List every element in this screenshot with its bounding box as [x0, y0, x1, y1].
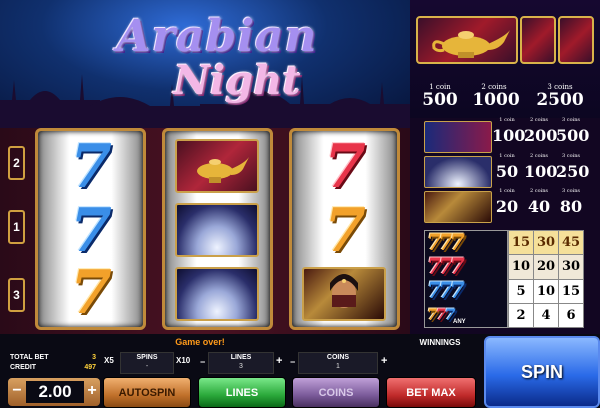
sevens-payout-table: 15 30 45 10 20 30 5 10 15 246 — [508, 229, 584, 329]
status-message: Game over! — [175, 337, 225, 347]
seven-blue-symbol: 7 — [70, 132, 112, 202]
lamp-symbol-big — [416, 16, 518, 64]
coins-value: 1 — [336, 363, 340, 370]
pay-label: 2 coins — [530, 153, 548, 159]
spins-value: - — [145, 363, 149, 370]
lines-minus[interactable]: − — [200, 357, 205, 367]
slot-game: Arabian Night 1 coin 2 coins 3 coins 500… — [0, 0, 600, 408]
multiplier-x10: X10 — [176, 356, 191, 365]
pay-label: 1 coin — [499, 188, 515, 194]
pay-value: 500 — [556, 126, 590, 145]
pay-label: 3 coins — [562, 153, 580, 159]
pay-value: 200 — [524, 126, 558, 145]
autospin-button[interactable]: AUTOSPIN — [103, 377, 191, 408]
multiplier-x5: X5 — [104, 356, 114, 365]
stake-control: − 2.00 + — [8, 378, 100, 406]
sevens-combo-grid: 777 777 777 7 7 7 ANY — [424, 230, 508, 328]
arch-symbol — [424, 156, 492, 188]
princess-icon — [330, 274, 358, 308]
logo-line-2: Night — [173, 57, 301, 104]
pay-value: 100 — [492, 126, 526, 145]
lines-button[interactable]: LINES — [198, 377, 286, 408]
credit-value: 497 — [84, 364, 96, 371]
reel-1: 7 7 7 — [35, 128, 146, 330]
lines-plus[interactable]: + — [276, 355, 282, 367]
spins-selector[interactable]: SPINS - — [120, 352, 174, 374]
total-bet-label: TOTAL BET — [10, 354, 49, 361]
payout-value-3: 2500 — [536, 90, 584, 110]
line-marker-1[interactable]: 1 — [8, 210, 25, 244]
line-marker-2[interactable]: 2 — [8, 146, 25, 180]
credit-label: CREDIT — [10, 364, 37, 371]
coins-label: COINS — [326, 354, 350, 361]
princess-symbol — [302, 267, 386, 321]
red-sevens: 777 — [427, 254, 465, 280]
total-bet-value: 3 — [92, 354, 96, 361]
any-label: ANY — [453, 319, 466, 325]
pay-label: 2 coins — [530, 188, 548, 194]
any-sevens: 7 7 7 — [427, 305, 456, 324]
winnings-label: WINNINGS — [419, 338, 461, 347]
reel-3: 7 7 — [289, 128, 400, 330]
pay-value: 100 — [524, 162, 558, 181]
coins-minus[interactable]: − — [290, 357, 295, 367]
arch-symbol — [175, 203, 259, 257]
pay-label: 3 coins — [562, 188, 580, 194]
spin-button[interactable]: SPIN — [484, 336, 600, 408]
logo-line-1: Arabian — [116, 11, 318, 62]
coins-selector[interactable]: COINS 1 — [298, 352, 378, 374]
lines-value: 3 — [239, 363, 243, 370]
seven-gold-symbol: 7 — [70, 258, 112, 328]
princess-symbol — [424, 191, 492, 223]
pay-label: 2 coins — [530, 117, 548, 123]
gold-sevens: 777 — [427, 230, 465, 256]
spins-label: SPINS — [136, 354, 158, 361]
pay-value: 40 — [527, 197, 551, 216]
stake-plus-button[interactable]: + — [84, 382, 100, 400]
coins-button[interactable]: COINS — [292, 377, 380, 408]
coins-plus[interactable]: + — [381, 355, 387, 367]
stake-minus-button[interactable]: − — [9, 382, 25, 400]
lines-label: LINES — [230, 354, 252, 361]
magic-lamp-symbol — [175, 139, 259, 193]
pay-label: 3 coins — [562, 117, 580, 123]
lamp-symbol-right — [558, 16, 594, 64]
stake-value: 2.00 — [26, 381, 84, 403]
night-sky-header: Arabian Night — [0, 0, 410, 128]
line-marker-3[interactable]: 3 — [8, 278, 25, 312]
bet-max-button[interactable]: BET MAX — [386, 377, 476, 408]
pay-label: 1 coin — [499, 153, 515, 159]
payout-value-1: 500 — [422, 90, 458, 110]
magic-lamp-icon — [197, 157, 249, 183]
carpet-symbol — [424, 121, 492, 153]
game-logo: Arabian Night — [92, 14, 342, 114]
pay-value: 50 — [495, 162, 519, 181]
pay-value: 80 — [559, 197, 583, 216]
seven-gold-symbol: 7 — [324, 196, 366, 266]
arch-symbol — [175, 267, 259, 321]
magic-lamp-icon — [432, 30, 510, 58]
pay-value: 250 — [556, 162, 590, 181]
seven-blue-symbol: 7 — [70, 196, 112, 266]
pay-label: 1 coin — [499, 117, 515, 123]
pay-value: 20 — [495, 197, 519, 216]
lines-selector[interactable]: LINES 3 — [208, 352, 274, 374]
payout-value-2: 1000 — [472, 90, 520, 110]
lamp-symbol-mid — [520, 16, 556, 64]
reel-2 — [162, 128, 273, 330]
seven-red-symbol: 7 — [324, 132, 366, 202]
paytable-top: 1 coin 2 coins 3 coins 500 1000 2500 — [410, 0, 600, 128]
blue-sevens: 777 — [427, 278, 465, 304]
